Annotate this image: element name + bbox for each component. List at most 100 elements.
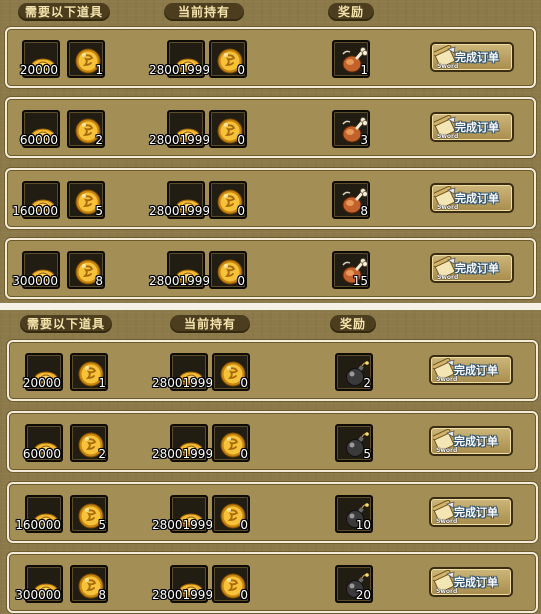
complete-order-label: 完成订单 — [455, 51, 499, 64]
sword-tag: Sword — [436, 376, 458, 383]
reward-slot: 1 — [332, 40, 370, 78]
complete-order-button[interactable]: 完成订单 Sword — [429, 426, 513, 456]
required-coin-slot: 20000 — [22, 353, 63, 391]
sword-tag: Sword — [437, 204, 459, 211]
reward-quantity: 10 — [355, 518, 371, 532]
owned-coin-amount: 28001999 — [149, 133, 211, 147]
required-coin-amount: 160000 — [12, 204, 58, 218]
required-coin-amount: 20000 — [22, 376, 61, 390]
required-coin-slot: 60000 — [19, 110, 60, 148]
required-token-slot: 2 — [67, 110, 105, 148]
complete-order-label: 完成订单 — [455, 121, 499, 134]
reward-quantity: 20 — [355, 588, 371, 602]
reward-quantity: 2 — [363, 376, 371, 390]
owned-token-slot: 0 — [209, 181, 247, 219]
required-coin-amount: 60000 — [22, 447, 61, 461]
reward-slot: 2 — [335, 353, 373, 391]
complete-order-button[interactable]: 完成订单 Sword — [429, 497, 513, 527]
owned-token-amount: 0 — [240, 588, 248, 602]
required-token-amount: 5 — [95, 204, 103, 218]
owned-coin-slot: 28001999 — [149, 251, 210, 289]
required-token-amount: 1 — [98, 376, 106, 390]
owned-token-amount: 0 — [240, 376, 248, 390]
owned-token-slot: 0 — [209, 251, 247, 289]
panel-divider — [0, 303, 541, 310]
reward-slot: 10 — [335, 495, 373, 533]
owned-coin-slot: 28001999 — [149, 110, 210, 148]
reward-slot: 3 — [332, 110, 370, 148]
required-token-amount: 1 — [95, 63, 103, 77]
owned-token-amount: 0 — [237, 63, 245, 77]
complete-order-label: 完成订单 — [454, 364, 498, 377]
required-coin-amount: 60000 — [19, 133, 58, 147]
owned-token-slot: 0 — [212, 424, 250, 462]
owned-token-slot: 0 — [209, 110, 247, 148]
required-coin-slot: 160000 — [15, 495, 63, 533]
order-row: 160000 5 28001999 0 8 完成订单 Sword — [5, 168, 536, 229]
required-coin-slot: 160000 — [12, 181, 60, 219]
reward-quantity: 15 — [352, 274, 368, 288]
required-token-amount: 8 — [98, 588, 106, 602]
complete-order-button[interactable]: 完成订单 Sword — [430, 183, 514, 213]
complete-order-label: 完成订单 — [455, 262, 499, 275]
reward-header: 奖励 — [330, 315, 376, 333]
complete-order-button[interactable]: 完成订单 Sword — [430, 253, 514, 283]
order-row: 300000 8 28001999 0 20 完成订单 Sword — [7, 552, 538, 613]
required-coin-amount: 300000 — [15, 588, 61, 602]
required-items-header: 需要以下道具 — [18, 3, 110, 21]
required-token-slot: 8 — [70, 565, 108, 603]
owned-coin-slot: 28001999 — [152, 353, 213, 391]
sword-tag: Sword — [436, 447, 458, 454]
owned-coin-slot: 28001999 — [152, 424, 213, 462]
order-row: 20000 1 28001999 0 1 完成订单 Sword — [5, 27, 536, 88]
complete-order-button[interactable]: 完成订单 Sword — [429, 567, 513, 597]
reward-slot: 8 — [332, 181, 370, 219]
required-coin-slot: 60000 — [22, 424, 63, 462]
order-panel-1: 需要以下道具 当前持有 奖励 20000 1 28001999 0 1 完成订单… — [0, 0, 541, 303]
owned-coin-amount: 28001999 — [149, 274, 211, 288]
order-row: 160000 5 28001999 0 10 完成订单 Sword — [7, 482, 538, 543]
required-token-slot: 1 — [67, 40, 105, 78]
sword-tag: Sword — [437, 63, 459, 70]
owned-coin-amount: 28001999 — [152, 518, 214, 532]
complete-order-button[interactable]: 完成订单 Sword — [430, 42, 514, 72]
owned-coin-amount: 28001999 — [149, 63, 211, 77]
sword-tag: Sword — [437, 133, 459, 140]
order-row: 60000 2 28001999 0 3 完成订单 Sword — [5, 97, 536, 158]
required-coin-amount: 160000 — [15, 518, 61, 532]
required-coin-slot: 20000 — [19, 40, 60, 78]
owned-items-header: 当前持有 — [164, 3, 244, 21]
reward-quantity: 8 — [360, 204, 368, 218]
order-row: 20000 1 28001999 0 2 完成订单 Sword — [7, 340, 538, 401]
complete-order-label: 完成订单 — [454, 576, 498, 589]
required-coin-slot: 300000 — [15, 565, 63, 603]
reward-quantity: 1 — [360, 63, 368, 77]
order-row: 60000 2 28001999 0 5 完成订单 Sword — [7, 411, 538, 472]
required-coin-amount: 20000 — [19, 63, 58, 77]
owned-token-slot: 0 — [212, 565, 250, 603]
owned-token-amount: 0 — [237, 274, 245, 288]
owned-token-slot: 0 — [212, 353, 250, 391]
complete-order-button[interactable]: 完成订单 Sword — [429, 355, 513, 385]
owned-coin-slot: 28001999 — [152, 495, 213, 533]
complete-order-label: 完成订单 — [455, 192, 499, 205]
reward-slot: 20 — [335, 565, 373, 603]
complete-order-label: 完成订单 — [454, 506, 498, 519]
owned-token-amount: 0 — [237, 204, 245, 218]
required-token-slot: 5 — [67, 181, 105, 219]
owned-coin-amount: 28001999 — [152, 376, 214, 390]
owned-token-slot: 0 — [212, 495, 250, 533]
sword-tag: Sword — [436, 518, 458, 525]
sword-tag: Sword — [437, 274, 459, 281]
required-token-amount: 8 — [95, 274, 103, 288]
reward-slot: 15 — [332, 251, 370, 289]
required-token-slot: 1 — [70, 353, 108, 391]
owned-coin-amount: 28001999 — [152, 588, 214, 602]
required-token-slot: 2 — [70, 424, 108, 462]
order-panel-2: 需要以下道具 当前持有 奖励 20000 1 28001999 0 2 完成订单… — [0, 310, 541, 614]
required-coin-amount: 300000 — [12, 274, 58, 288]
owned-coin-amount: 28001999 — [149, 204, 211, 218]
complete-order-button[interactable]: 完成订单 Sword — [430, 112, 514, 142]
reward-header: 奖励 — [328, 3, 374, 21]
owned-coin-slot: 28001999 — [149, 181, 210, 219]
